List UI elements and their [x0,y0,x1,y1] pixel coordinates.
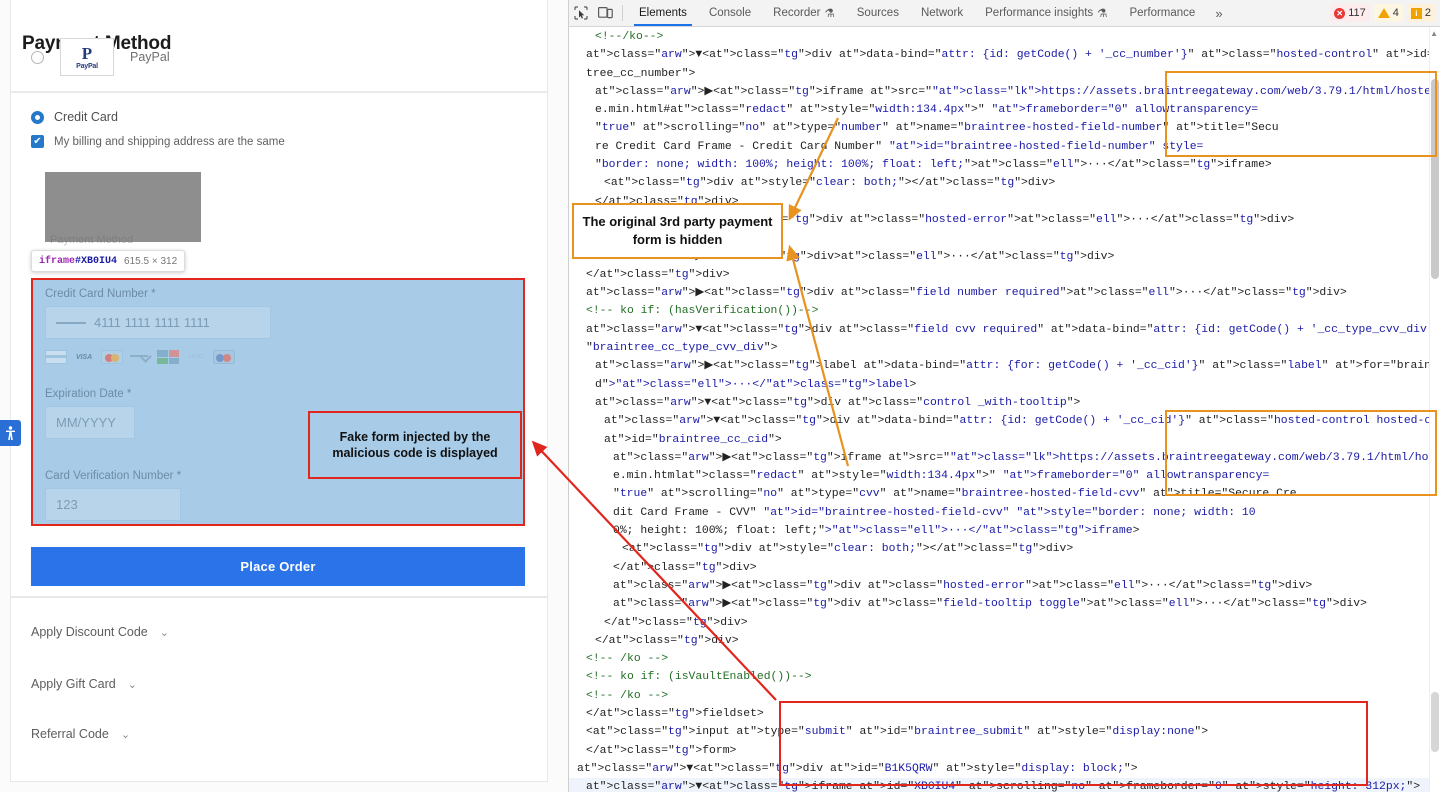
orange-arrow-top [790,118,838,218]
orange-arrow-bottom [790,248,848,466]
red-highlight-injected-iframe [779,701,1368,786]
red-arrow [534,443,776,700]
orange-highlight-iframe-cvv [1165,410,1437,496]
orange-highlight-iframe-number [1165,71,1437,157]
